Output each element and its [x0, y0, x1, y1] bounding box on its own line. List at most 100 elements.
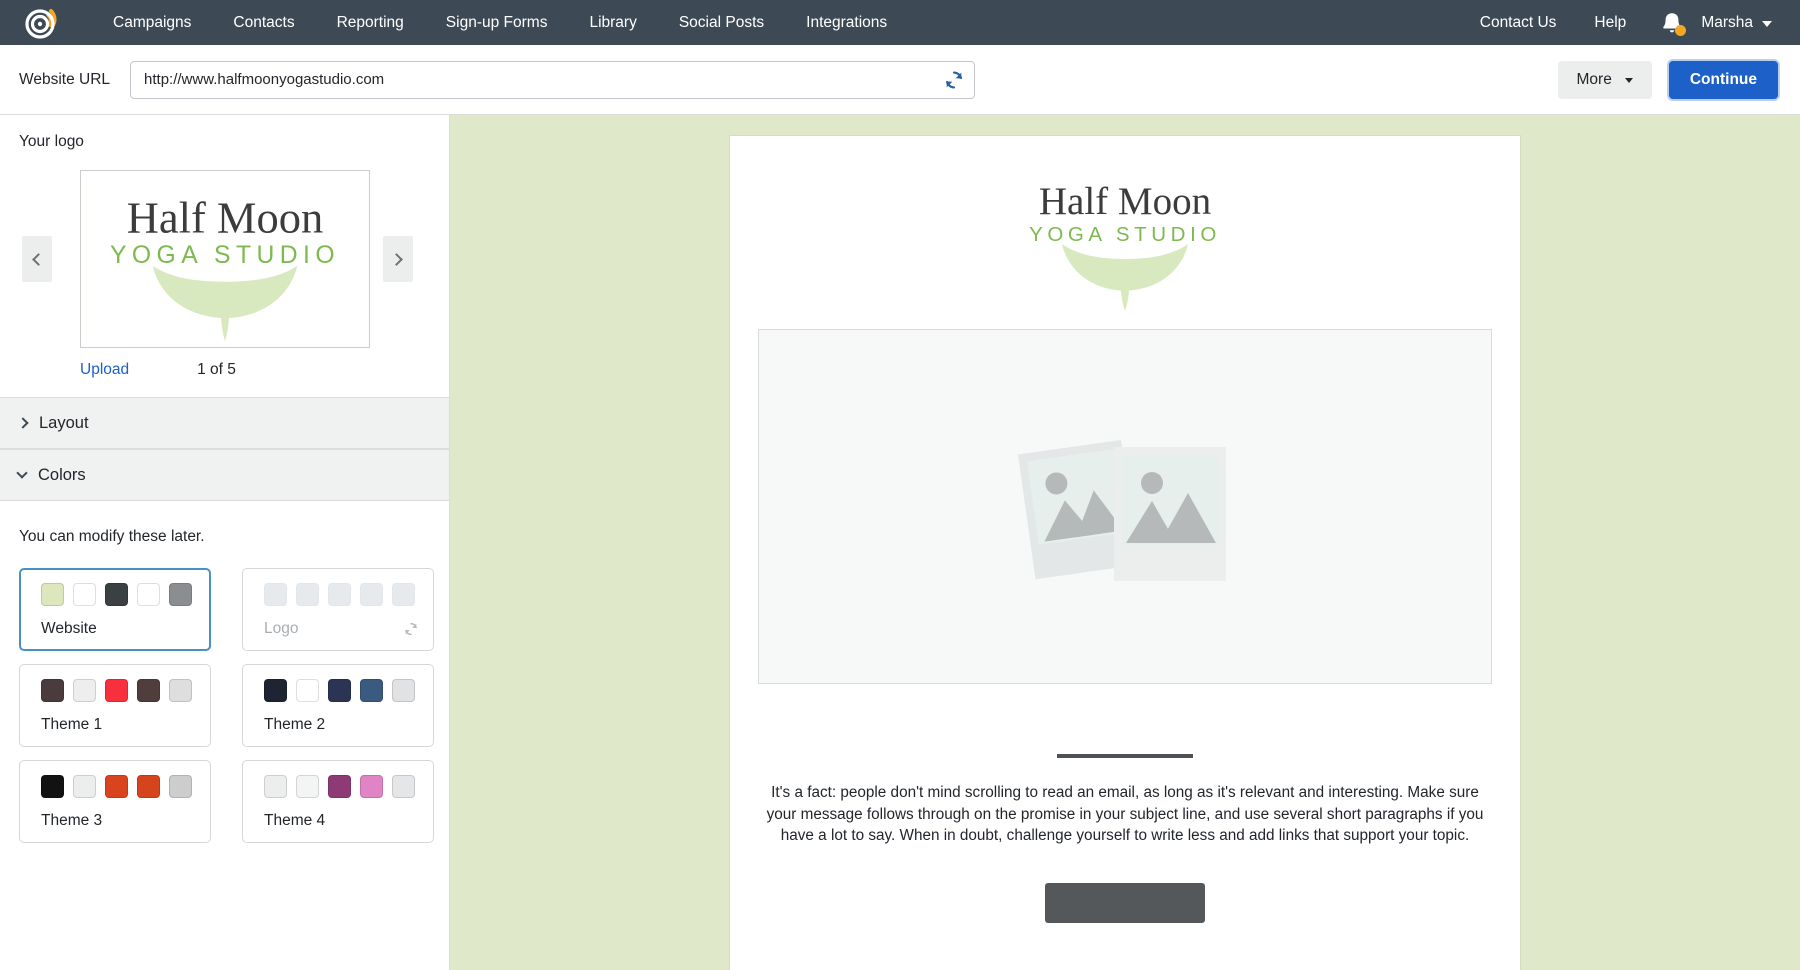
- color-swatch: [392, 583, 415, 606]
- svg-text:Half Moon: Half Moon: [126, 192, 322, 242]
- palette-swatches: [41, 775, 210, 798]
- color-swatch: [296, 775, 319, 798]
- half-moon-yoga-studio-logo: Half Moon YOGA STUDIO: [1029, 180, 1221, 311]
- color-swatch: [73, 679, 96, 702]
- color-swatch: [360, 583, 383, 606]
- upload-link[interactable]: Upload: [80, 361, 129, 379]
- accordion-layout[interactable]: Layout: [0, 397, 449, 449]
- more-button[interactable]: More: [1557, 60, 1652, 99]
- color-swatch: [169, 679, 192, 702]
- color-swatch: [328, 775, 351, 798]
- logo-preview-frame[interactable]: Half Moon YOGA STUDIO: [79, 170, 370, 348]
- settings-sidebar: Your logo Half Moon YOGA STUDIO Upload 1…: [0, 115, 450, 970]
- color-swatch: [328, 583, 351, 606]
- chevron-left-icon[interactable]: [22, 236, 52, 282]
- palette-label: Theme 4: [264, 812, 326, 829]
- top-navigation-bar: Campaigns Contacts Reporting Sign-up For…: [0, 0, 1800, 45]
- logo-counter: 1 of 5: [197, 361, 236, 378]
- chevron-left-glyph: [32, 252, 45, 266]
- nav-signup-forms[interactable]: Sign-up Forms: [425, 0, 569, 45]
- nav-reporting[interactable]: Reporting: [316, 0, 425, 45]
- palette-card-theme-2[interactable]: Theme 2: [242, 664, 434, 747]
- palette-card-logo[interactable]: Logo: [242, 568, 434, 651]
- palette-swatches: [264, 583, 433, 606]
- continue-button[interactable]: Continue: [1668, 60, 1778, 99]
- nav-social-posts[interactable]: Social Posts: [658, 0, 785, 45]
- color-swatch: [264, 679, 287, 702]
- svg-text:YOGA STUDIO: YOGA STUDIO: [109, 242, 339, 269]
- palette-card-website[interactable]: Website: [19, 568, 211, 651]
- email-logo-block[interactable]: Half Moon YOGA STUDIO: [730, 136, 1520, 311]
- accordion-colors-label: Colors: [38, 465, 86, 484]
- your-logo-label: Your logo: [19, 133, 84, 150]
- color-swatch: [360, 775, 383, 798]
- palette-card-theme-1[interactable]: Theme 1: [19, 664, 211, 747]
- chevron-down-icon: [16, 467, 28, 479]
- color-swatch: [264, 775, 287, 798]
- nav-integrations[interactable]: Integrations: [785, 0, 908, 45]
- color-swatch: [41, 583, 64, 606]
- email-canvas[interactable]: Half Moon YOGA STUDIO It's a fact: peopl…: [729, 135, 1521, 970]
- color-swatch: [41, 679, 64, 702]
- bell-icon[interactable]: [1659, 10, 1687, 36]
- svg-text:Half Moon: Half Moon: [1039, 180, 1211, 223]
- palette-card-theme-3[interactable]: Theme 3: [19, 760, 211, 843]
- website-url-toolbar: Website URL More Continue: [0, 45, 1800, 115]
- palette-swatches: [264, 775, 433, 798]
- accordion-layout-label: Layout: [39, 413, 89, 432]
- accordion-colors[interactable]: Colors: [0, 449, 449, 501]
- color-swatch: [105, 583, 128, 606]
- color-swatch: [328, 679, 351, 702]
- chevron-right-glyph: [390, 252, 403, 266]
- constant-contact-spiral-logo-icon[interactable]: [24, 6, 58, 40]
- color-swatch: [392, 775, 415, 798]
- color-swatch: [169, 775, 192, 798]
- color-swatch: [73, 775, 96, 798]
- account-menu[interactable]: Marsha: [1701, 14, 1774, 32]
- email-cta-button[interactable]: [1045, 882, 1205, 923]
- email-preview-pane: Half Moon YOGA STUDIO It's a fact: peopl…: [450, 115, 1800, 970]
- chevron-right-icon: [17, 417, 29, 429]
- palette-label: Theme 1: [41, 716, 103, 733]
- half-moon-yoga-studio-logo: Half Moon YOGA STUDIO: [109, 192, 339, 342]
- two-photos-placeholder-icon: [1017, 439, 1226, 581]
- palette-swatches: [264, 679, 433, 702]
- secondary-nav-links: Contact Us Help Marsha: [1461, 0, 1774, 45]
- color-swatch: [105, 775, 128, 798]
- palette-label: Theme 2: [264, 716, 326, 733]
- color-swatch: [264, 583, 287, 606]
- website-url-input[interactable]: [130, 60, 976, 99]
- nav-contacts[interactable]: Contacts: [212, 0, 315, 45]
- svg-text:YOGA STUDIO: YOGA STUDIO: [1029, 223, 1221, 246]
- palette-label: Theme 3: [41, 812, 103, 829]
- colors-hint-text: You can modify these later.: [19, 528, 205, 545]
- nav-help[interactable]: Help: [1575, 0, 1645, 45]
- logo-actions: Upload 1 of 5: [0, 361, 449, 379]
- chevron-down-icon: [1624, 78, 1633, 83]
- palette-swatches: [41, 679, 210, 702]
- website-url-field-wrapper: [130, 60, 976, 99]
- palette-swatches: [41, 583, 209, 606]
- color-swatch: [137, 679, 160, 702]
- palette-label: Website: [41, 620, 97, 637]
- more-button-label: More: [1576, 70, 1612, 88]
- refresh-sync-icon[interactable]: [943, 69, 965, 91]
- account-name: Marsha: [1701, 13, 1753, 31]
- palette-card-theme-4[interactable]: Theme 4: [242, 760, 434, 843]
- color-swatch: [296, 679, 319, 702]
- url-toolbar-actions: More Continue: [1557, 60, 1778, 99]
- color-swatch: [296, 583, 319, 606]
- color-swatch: [169, 583, 192, 606]
- workspace: Your logo Half Moon YOGA STUDIO Upload 1…: [0, 115, 1800, 970]
- email-body-text[interactable]: It's a fact: people don't mind scrolling…: [765, 782, 1485, 847]
- nav-campaigns[interactable]: Campaigns: [92, 0, 212, 45]
- chevron-right-icon[interactable]: [383, 236, 413, 282]
- logo-carousel: Half Moon YOGA STUDIO: [0, 169, 449, 349]
- color-swatch: [73, 583, 96, 606]
- email-image-placeholder[interactable]: [758, 329, 1492, 684]
- nav-contact-us[interactable]: Contact Us: [1461, 0, 1576, 45]
- color-swatch: [137, 775, 160, 798]
- color-swatch: [392, 679, 415, 702]
- refresh-sync-icon[interactable]: [403, 621, 419, 637]
- nav-library[interactable]: Library: [568, 0, 657, 45]
